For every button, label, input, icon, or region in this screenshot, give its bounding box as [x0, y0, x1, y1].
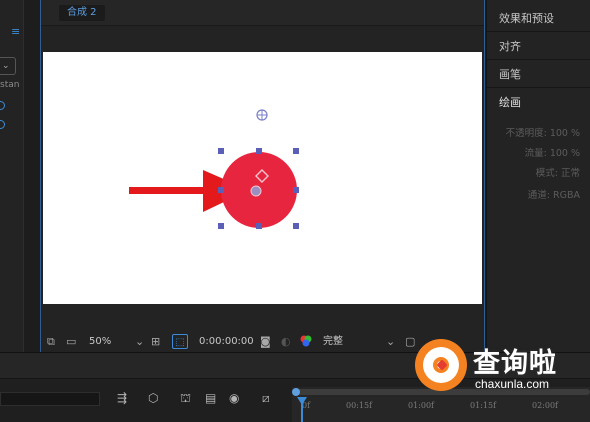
camera-icon[interactable]: ◙ — [260, 334, 271, 349]
after-effects-window: ≡ ⌄ stan 合成 2 ⧉ ▭ 50% ⌄ ⊞ ⬚ 0:00:00:00 ◙… — [0, 0, 590, 422]
divider — [487, 59, 590, 60]
color-channels-icon[interactable] — [299, 334, 313, 349]
project-panel: ≡ ⌄ stan — [0, 0, 24, 352]
monitor-icon[interactable]: ▭ — [66, 334, 76, 349]
toggle-icon[interactable] — [0, 120, 5, 129]
ruler-tick: 00:15f — [346, 401, 373, 410]
panel-paint[interactable]: 绘画 — [499, 94, 521, 110]
motion-blur-icon[interactable]: ◉ — [229, 391, 239, 405]
panel-align[interactable]: 对齐 — [499, 38, 521, 54]
frame-blending-icon[interactable]: ▤ — [205, 391, 216, 405]
resolution-select[interactable]: 完整 — [323, 334, 343, 349]
right-panel: 效果和预设 对齐 画笔 绘画 不透明度: 100 % 流量: 100 % 模式:… — [486, 0, 590, 352]
channel-icon[interactable]: ◐ — [281, 334, 291, 349]
watermark-title: 查询啦 — [473, 348, 557, 379]
divider — [487, 31, 590, 32]
project-column-text: stan — [0, 80, 20, 90]
paint-mode[interactable]: 模式: 正常 — [536, 165, 580, 179]
canvas-content — [129, 109, 299, 229]
paint-channels[interactable]: 通道: RGBA — [528, 187, 580, 201]
flowchart-icon[interactable]: ⇶ — [117, 391, 127, 405]
toggle-icon[interactable] — [0, 101, 5, 110]
panel-brushes[interactable]: 画笔 — [499, 66, 521, 82]
timeline-search-input[interactable] — [0, 392, 100, 406]
playhead-line — [301, 403, 303, 422]
project-dropdown[interactable]: ⌄ — [0, 57, 16, 75]
composition-canvas[interactable] — [43, 52, 482, 304]
chevron-down-icon[interactable]: ⌄ — [135, 334, 144, 349]
timecode[interactable]: 0:00:00:00 — [199, 334, 254, 349]
composition-tab-bar: 合成 2 — [41, 0, 484, 26]
tab-composition-2[interactable]: 合成 2 — [59, 5, 105, 21]
paint-opacity[interactable]: 不透明度: 100 % — [506, 125, 580, 139]
divider — [487, 87, 590, 88]
watermark: 查询啦 chaxunla.com — [405, 327, 590, 405]
composition-panel: 合成 2 ⧉ ▭ 50% ⌄ ⊞ ⬚ 0:00:00:00 ◙ ◐ 完整 ⌄ ▢ — [40, 0, 485, 352]
work-area-handle[interactable] — [292, 388, 300, 396]
grid-icon[interactable]: ⊞ — [151, 334, 160, 349]
panel-effects-presets[interactable]: 效果和预设 — [499, 10, 554, 26]
mask-icon[interactable]: ⬚ — [172, 334, 188, 349]
watermark-url: chaxunla.com — [475, 377, 550, 391]
chevron-down-icon[interactable]: ⌄ — [386, 334, 395, 349]
panel-menu-icon[interactable]: ≡ — [11, 25, 20, 38]
watermark-logo-icon — [415, 339, 467, 391]
rotation-handle[interactable] — [256, 109, 268, 121]
3d-icon[interactable]: ⬡ — [148, 391, 158, 405]
snapshot-icon[interactable]: ⧉ — [47, 334, 55, 349]
graph-editor-icon[interactable]: ⧄ — [262, 391, 270, 406]
shy-layers-icon[interactable]: ⛫ — [180, 391, 191, 407]
zoom-select[interactable]: 50% — [89, 334, 111, 349]
paint-flow[interactable]: 流量: 100 % — [525, 145, 580, 159]
